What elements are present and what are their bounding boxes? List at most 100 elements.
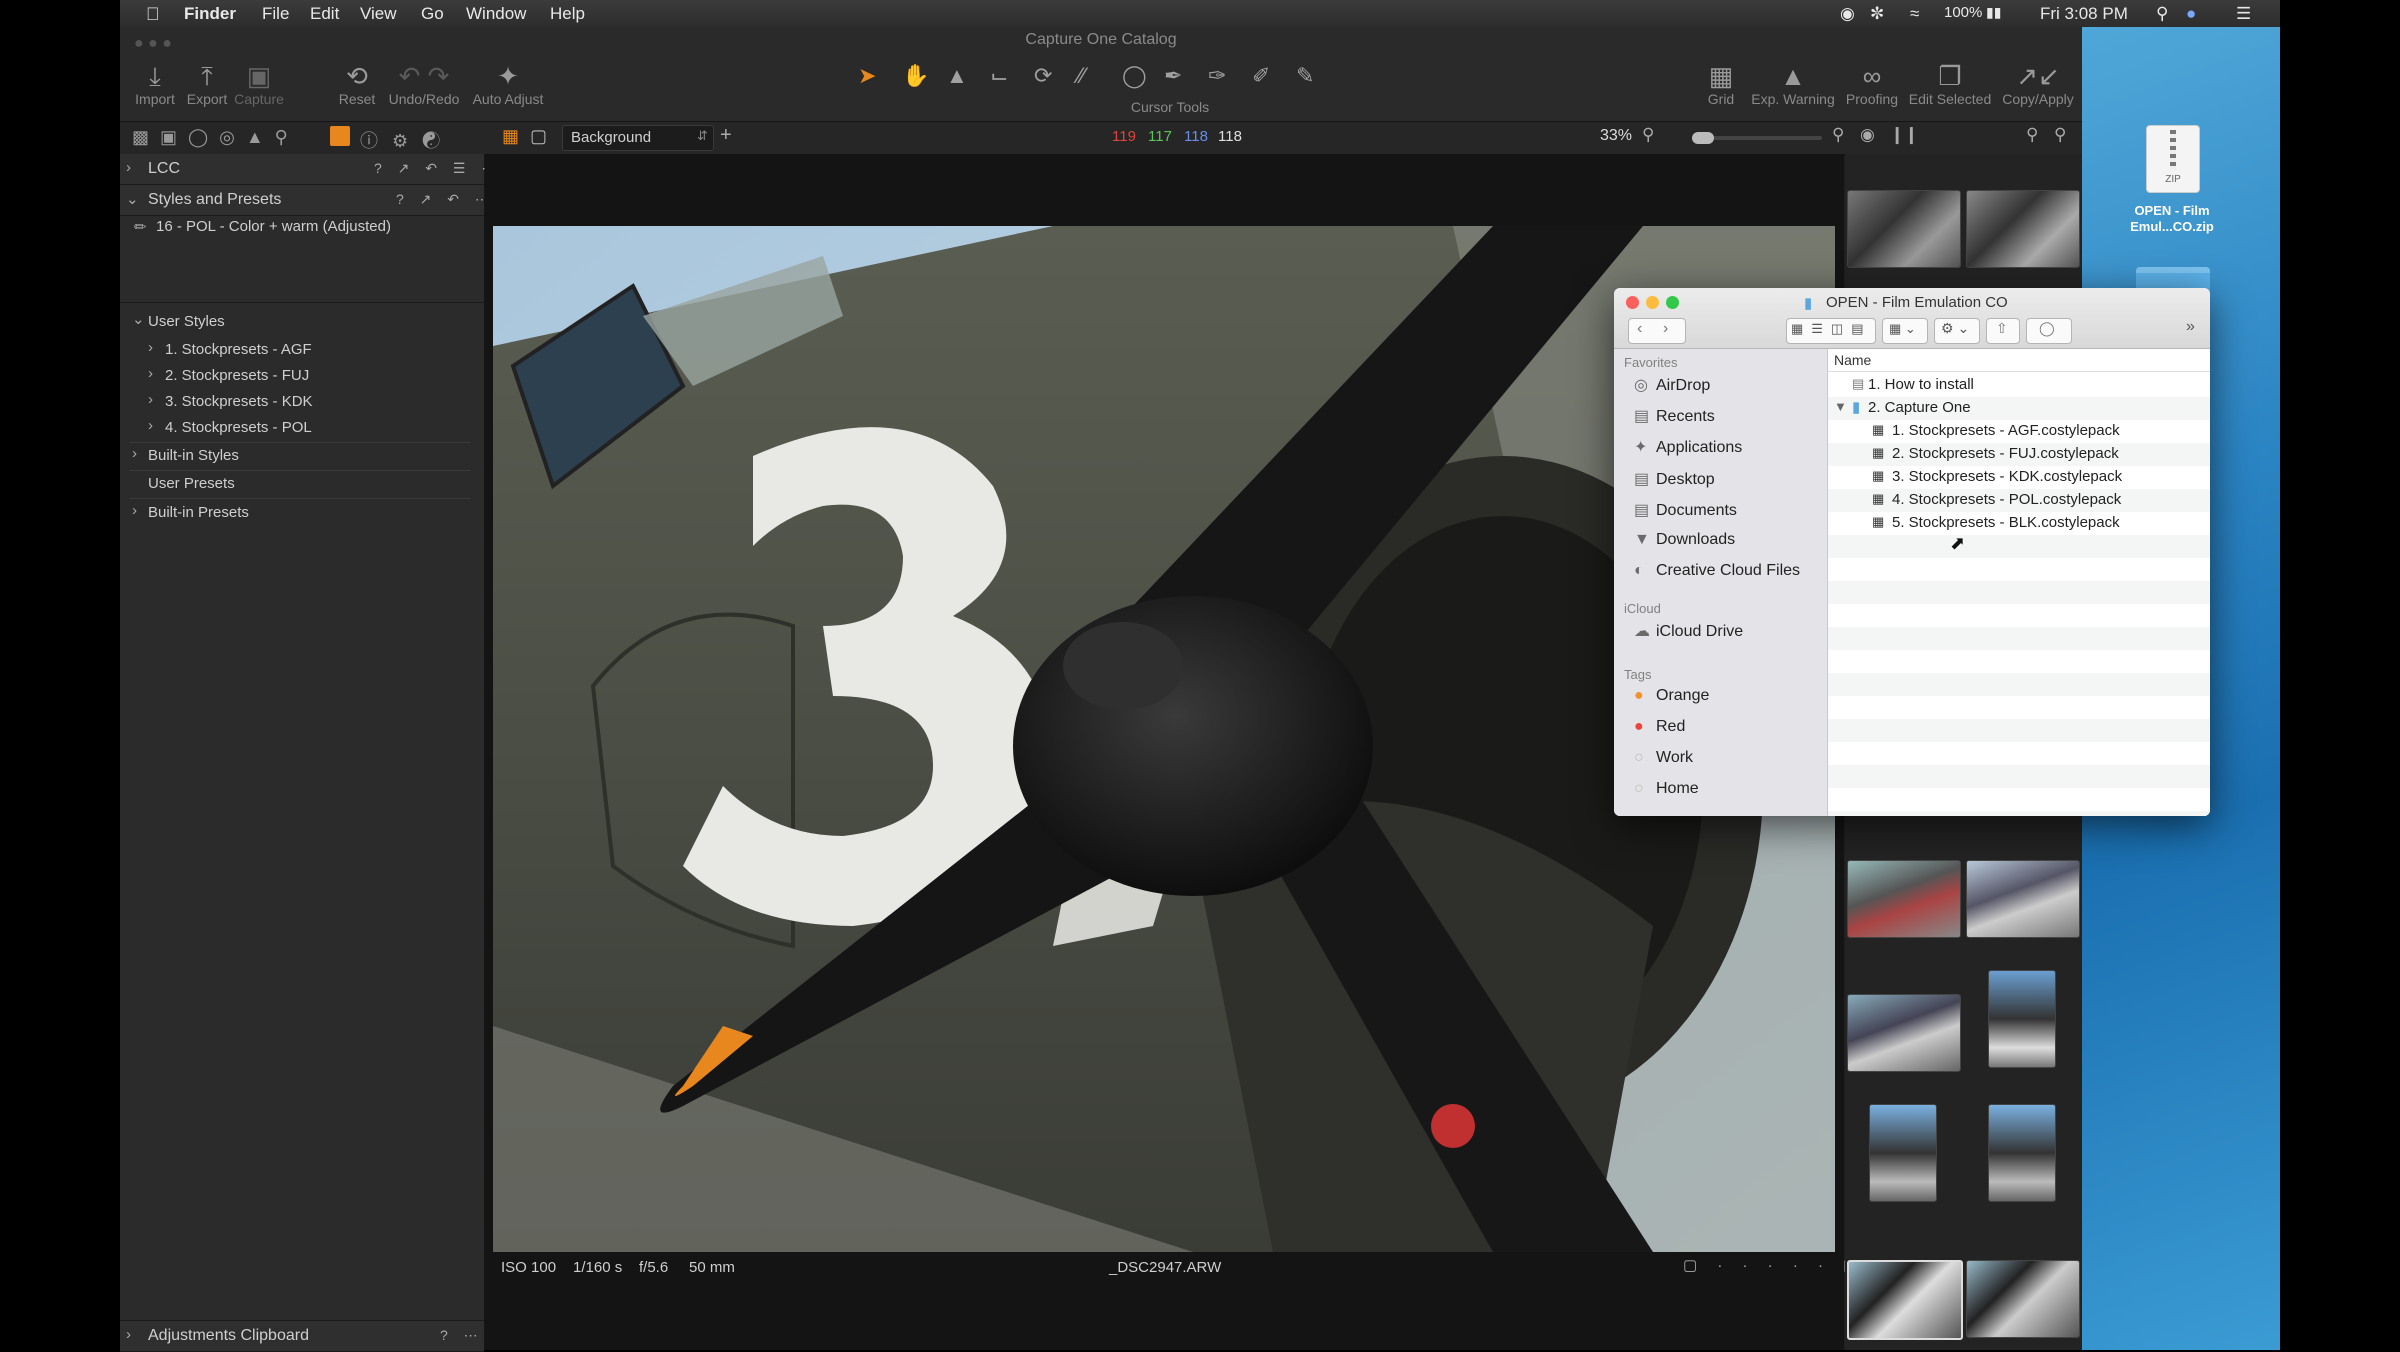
- undo-redo-button[interactable]: ↶ ↷ Undo/Redo: [384, 61, 464, 107]
- record-icon[interactable]: ◉: [1840, 4, 1855, 24]
- share-button[interactable]: ⇧: [1986, 318, 2020, 344]
- view-mode-buttons[interactable]: ▦☰◫▤: [1786, 318, 1876, 344]
- zoom-slider[interactable]: [1692, 132, 1822, 144]
- sidebar-tag-orange[interactable]: ● Orange: [1634, 687, 1709, 705]
- menu-clock[interactable]: Fri 3:08 PM: [2040, 4, 2128, 24]
- filter-icon[interactable]: ⚲: [2054, 125, 2066, 145]
- close-button[interactable]: [1626, 296, 1639, 309]
- sidebar-item-recents[interactable]: ▤ Recents: [1634, 406, 1715, 426]
- reset-button[interactable]: ⟲ Reset: [332, 61, 382, 107]
- chevron-right-icon[interactable]: ›: [148, 417, 153, 434]
- sidebar-tag-home[interactable]: ○ Home: [1634, 780, 1699, 794]
- camera-tool-icon[interactable]: ▲: [946, 63, 968, 89]
- chevron-right-icon[interactable]: ›: [148, 339, 153, 356]
- rotate-tool-icon[interactable]: ⟳: [1034, 63, 1052, 89]
- tool-tabs[interactable]: ▩▣◯◎▲⚲: [132, 127, 299, 148]
- keystone-tool-icon[interactable]: ⁄⁄: [1078, 63, 1085, 89]
- picker-tool-icon[interactable]: ✒: [1164, 63, 1182, 89]
- add-layer-icon[interactable]: +: [720, 124, 732, 147]
- styles-section-header[interactable]: ⌄ Styles and Presets ? ↗ ↶ ⋯: [120, 185, 489, 216]
- builtin-styles-group[interactable]: Built-in Styles: [148, 447, 239, 464]
- menu-edit[interactable]: Edit: [310, 4, 339, 24]
- menu-file[interactable]: File: [262, 4, 289, 24]
- pan-tool-icon[interactable]: ✋: [902, 63, 929, 89]
- adjustments-clipboard-header[interactable]: › Adjustments Clipboard ? ⋯: [120, 1320, 484, 1352]
- eye-icon[interactable]: ◉: [1860, 125, 1875, 145]
- thumbnail[interactable]: [1847, 190, 1961, 268]
- thumbnail[interactable]: [1847, 994, 1961, 1072]
- export-button[interactable]: ⤒ Export: [182, 61, 232, 107]
- capture-button[interactable]: ▣ Capture: [228, 61, 290, 107]
- user-style-item[interactable]: 1. Stockpresets - AGF: [165, 341, 312, 358]
- list-item[interactable]: ▦ 1. Stockpresets - AGF.costylepack: [1828, 420, 2210, 443]
- sidebar-item-icloud-drive[interactable]: ☁ iCloud Drive: [1634, 621, 1743, 641]
- edit-selected-button[interactable]: ❐ Edit Selected: [1904, 61, 1996, 107]
- chevron-right-icon[interactable]: ›: [132, 502, 137, 519]
- thumbnail[interactable]: [1988, 1104, 2056, 1202]
- user-style-item[interactable]: 4. Stockpresets - POL: [165, 419, 312, 436]
- sidebar-item-applications[interactable]: ✦ Applications: [1634, 437, 1742, 457]
- grid-view-icon[interactable]: ▦: [502, 126, 519, 147]
- siri-icon[interactable]: ●: [2186, 4, 2196, 24]
- user-styles-group[interactable]: User Styles: [148, 313, 225, 330]
- sidebar-tag-work[interactable]: ○ Work: [1634, 749, 1693, 767]
- zoom-in-icon[interactable]: ⚲: [1832, 125, 1844, 145]
- rating-dots[interactable]: ▢ · · · · · ▦: [1683, 1256, 1865, 1274]
- section-tool-icons[interactable]: ? ↗ ↶ ⋯: [396, 191, 495, 208]
- layer-select[interactable]: Background ⇵: [562, 125, 714, 151]
- menu-help[interactable]: Help: [550, 4, 585, 24]
- list-item[interactable]: ▦ 2. Stockpresets - FUJ.costylepack: [1828, 443, 2210, 466]
- apple-icon[interactable]: : [146, 4, 160, 25]
- list-item[interactable]: ▦ 5. Stockpresets - BLK.costylepack: [1828, 512, 2210, 535]
- compare-icon[interactable]: ❙❙: [1890, 125, 1919, 145]
- sidebar-item-desktop[interactable]: ▤ Desktop: [1634, 469, 1715, 489]
- user-style-item[interactable]: 2. Stockpresets - FUJ: [165, 367, 309, 384]
- minimize-button[interactable]: [1646, 296, 1659, 309]
- import-button[interactable]: ⤓ Import: [130, 61, 180, 107]
- copy-apply-button[interactable]: ↗↙ Copy/Apply: [1998, 61, 2078, 107]
- user-presets-group[interactable]: User Presets: [148, 475, 235, 492]
- builtin-presets-group[interactable]: Built-in Presets: [148, 504, 249, 521]
- lcc-section-header[interactable]: › LCC ? ↗ ↶ ☰ ⋯: [120, 154, 495, 185]
- chevron-down-icon[interactable]: ⌄: [132, 310, 145, 328]
- thumbnail-selected[interactable]: [1847, 1260, 1963, 1340]
- desktop-file-label[interactable]: OPEN - Film Emul...CO.zip: [2082, 203, 2262, 235]
- select-tool-icon[interactable]: ➤: [858, 63, 876, 89]
- crop-tool-icon[interactable]: ⌙: [990, 63, 1008, 89]
- list-header[interactable]: Name: [1828, 349, 2210, 372]
- battery-percent[interactable]: 100%: [1944, 4, 1982, 21]
- sidebar-item-documents[interactable]: ▤ Documents: [1634, 500, 1737, 520]
- menu-view[interactable]: View: [360, 4, 397, 24]
- zoom-slider-handle[interactable]: [1692, 132, 1714, 144]
- section-tool-icons[interactable]: ? ⋯: [440, 1327, 484, 1344]
- list-item[interactable]: ▼ ▮ 2. Capture One: [1828, 397, 2210, 420]
- annotate-tool-icon[interactable]: ✎: [1296, 63, 1314, 89]
- battery-icon[interactable]: ▮▮: [1986, 4, 2001, 21]
- chevron-right-icon[interactable]: ›: [148, 391, 153, 408]
- exp-warning-button[interactable]: ▲ Exp. Warning: [1746, 61, 1840, 107]
- zip-file-icon[interactable]: ZIP: [2146, 125, 2200, 193]
- brush-tool-icon[interactable]: ✑: [1208, 63, 1226, 89]
- back-forward-buttons[interactable]: ‹ ›: [1628, 318, 1686, 344]
- notification-center-icon[interactable]: ☰: [2236, 4, 2251, 24]
- menu-go[interactable]: Go: [421, 4, 444, 24]
- spotlight-icon[interactable]: ⚲: [2156, 4, 2168, 24]
- wifi-icon[interactable]: ≈: [1910, 4, 1919, 24]
- sidebar-item-airdrop[interactable]: ◎ AirDrop: [1634, 375, 1710, 395]
- zoom-out-icon[interactable]: ⚲: [1642, 125, 1654, 145]
- styles-tab-icon[interactable]: [330, 126, 350, 146]
- user-style-item[interactable]: 3. Stockpresets - KDK: [165, 393, 313, 410]
- single-view-icon[interactable]: ▢: [530, 126, 547, 147]
- spot-tool-icon[interactable]: ◯: [1122, 63, 1147, 89]
- list-item[interactable]: ▦ 3. Stockpresets - KDK.costylepack: [1828, 466, 2210, 489]
- action-button[interactable]: ⚙ ⌄: [1934, 318, 1980, 344]
- arrange-button[interactable]: ▦ ⌄: [1882, 318, 1928, 344]
- auto-adjust-button[interactable]: ✦ Auto Adjust: [466, 61, 550, 107]
- thumbnail[interactable]: [1988, 970, 2056, 1068]
- more-tool-tabs[interactable]: ⓘ⚙☯: [360, 127, 454, 153]
- list-item[interactable]: ▦ 4. Stockpresets - POL.costylepack: [1828, 489, 2210, 512]
- menu-window[interactable]: Window: [466, 4, 526, 24]
- thumbnail[interactable]: [1966, 1260, 2080, 1338]
- creative-cloud-icon[interactable]: ✼: [1870, 4, 1884, 24]
- zoom-button[interactable]: [1666, 296, 1679, 309]
